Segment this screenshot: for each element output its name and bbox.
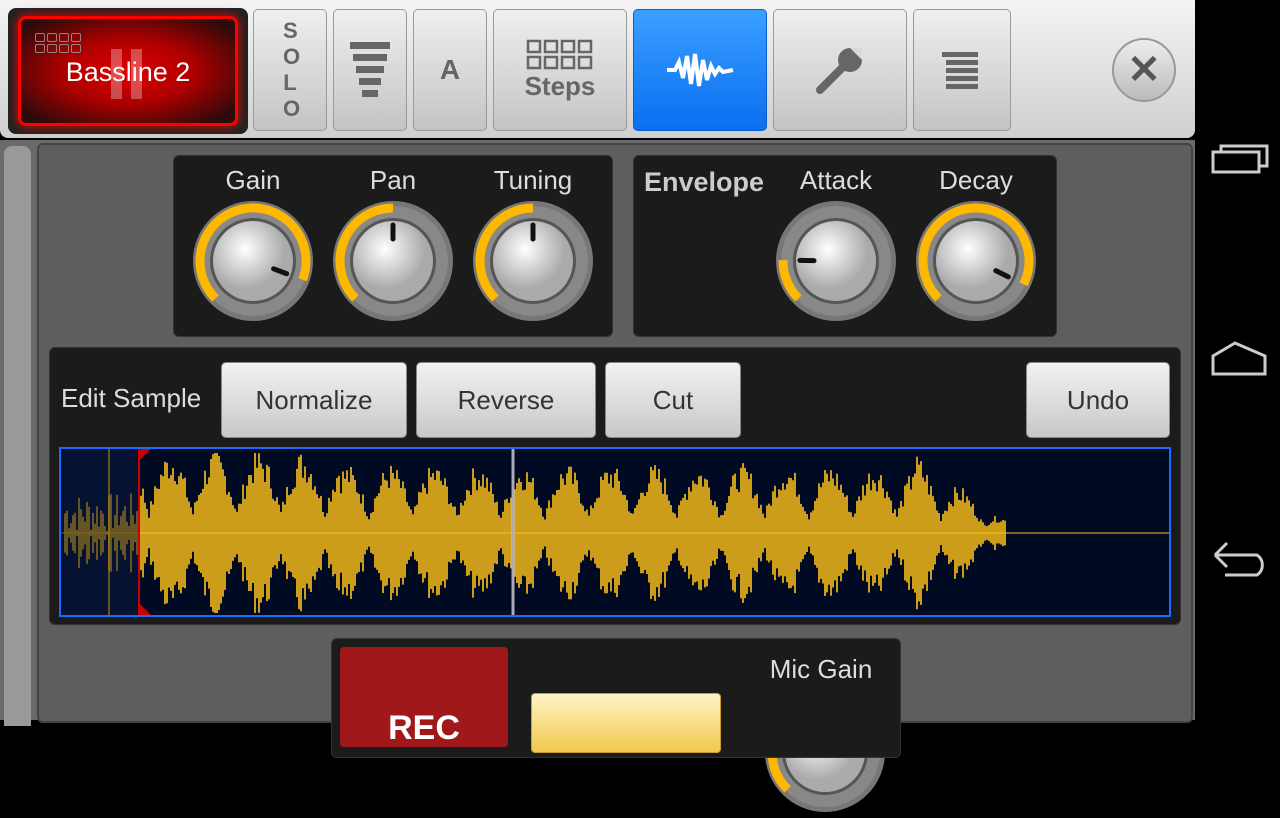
solo-label: S O L O: [283, 18, 297, 122]
mixer-icon: [350, 40, 390, 100]
solo-button[interactable]: S O L O: [253, 9, 327, 131]
waveform-display[interactable]: [59, 447, 1171, 617]
edit-sample-label: Edit Sample: [61, 383, 201, 414]
rec-button[interactable]: REC: [340, 647, 508, 747]
waveform-icon: [665, 50, 735, 90]
envelope-title: Envelope: [644, 167, 764, 198]
android-nav-bar: [1195, 0, 1280, 720]
wrench-icon: [812, 42, 868, 98]
automation-button[interactable]: A: [413, 9, 487, 131]
track-button[interactable]: Bassline 2: [8, 8, 248, 134]
gain-knob-graphic: [192, 200, 314, 322]
decay-knob[interactable]: [915, 200, 1037, 322]
attack-knob[interactable]: [775, 200, 897, 322]
attack-label: Attack: [766, 165, 906, 196]
steps-button[interactable]: Steps: [493, 9, 627, 131]
recents-icon[interactable]: [1213, 152, 1259, 172]
close-icon: ✕: [1127, 47, 1161, 93]
tuning-knob[interactable]: [472, 200, 594, 322]
attack-knob-graphic: [775, 200, 897, 322]
steps-grid-icon: [526, 39, 594, 71]
a-label: A: [440, 54, 460, 86]
pan-knob-graphic: [332, 200, 454, 322]
toolbar: Bassline 2 S O L O A Steps ✕: [0, 0, 1195, 138]
menu-icon: [942, 50, 982, 90]
sample-editor-panel: Envelope Gain Pan Tuning Attack Decay Ed…: [37, 143, 1193, 723]
decay-label: Decay: [906, 165, 1046, 196]
normalize-button[interactable]: Normalize: [221, 362, 407, 438]
gain-label: Gain: [183, 165, 323, 196]
menu-button[interactable]: [913, 9, 1011, 131]
mic-gain-label: Mic Gain: [751, 654, 891, 685]
home-icon[interactable]: [1213, 343, 1265, 374]
sample-editor-button[interactable]: [633, 9, 767, 131]
main-area: Envelope Gain Pan Tuning Attack Decay Ed…: [0, 140, 1195, 720]
reverse-button[interactable]: Reverse: [416, 362, 596, 438]
undo-button[interactable]: Undo: [1026, 362, 1170, 438]
gain-knob[interactable]: [192, 200, 314, 322]
mixer-button[interactable]: [333, 9, 407, 131]
tuning-knob-graphic: [472, 200, 594, 322]
waveform: [61, 449, 1169, 615]
back-icon[interactable]: [1215, 543, 1262, 575]
close-button[interactable]: ✕: [1112, 38, 1176, 102]
play-button[interactable]: [531, 693, 721, 753]
settings-button[interactable]: [773, 9, 907, 131]
pan-label: Pan: [323, 165, 463, 196]
cut-button[interactable]: Cut: [605, 362, 741, 438]
scrollbar[interactable]: [4, 146, 31, 726]
track-pad[interactable]: Bassline 2: [18, 16, 238, 126]
steps-label: Steps: [525, 71, 596, 102]
pan-knob[interactable]: [332, 200, 454, 322]
nav-icons: [1195, 0, 1280, 720]
decay-knob-graphic: [915, 200, 1037, 322]
tuning-label: Tuning: [463, 165, 603, 196]
pad-grid-icon: [35, 33, 81, 53]
track-name: Bassline 2: [21, 57, 235, 88]
rec-label: REC: [388, 709, 460, 747]
